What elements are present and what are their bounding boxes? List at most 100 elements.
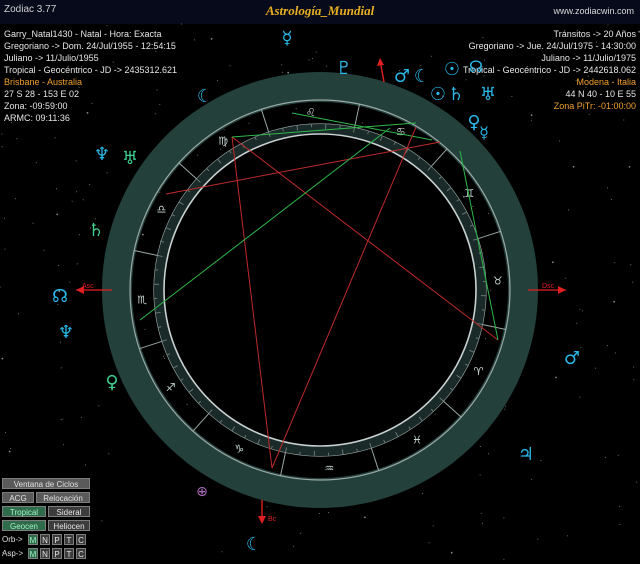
- star: [76, 263, 78, 265]
- ic-label: Bc: [268, 516, 277, 523]
- star: [78, 234, 80, 236]
- star: [89, 183, 91, 185]
- star: [75, 160, 77, 162]
- star: [619, 524, 621, 525]
- sign-divider: [354, 104, 360, 128]
- jupiter-glyph[interactable]: ♃: [518, 444, 534, 465]
- star: [98, 405, 100, 407]
- star: [633, 366, 635, 368]
- star: [156, 89, 158, 91]
- mercury-transit-glyph[interactable]: ☿: [479, 123, 489, 142]
- sign-glyph: ♒: [324, 462, 334, 475]
- star: [479, 446, 481, 447]
- orb-toggle-c[interactable]: C: [76, 534, 86, 545]
- tropical-button[interactable]: Tropical: [2, 506, 46, 517]
- star: [364, 516, 366, 519]
- star: [94, 218, 96, 220]
- star: [632, 281, 634, 283]
- orb-label: Orb->: [2, 535, 23, 544]
- neptune-glyph[interactable]: ♆: [94, 144, 110, 165]
- star: [82, 199, 84, 201]
- star: [163, 355, 164, 357]
- star: [35, 162, 37, 164]
- star: [4, 217, 5, 219]
- sign-divider: [430, 148, 448, 167]
- star: [308, 59, 310, 61]
- star: [312, 58, 313, 60]
- sign-divider: [482, 324, 506, 330]
- sign-glyph: ♋: [396, 125, 406, 138]
- sign-divider: [280, 452, 286, 476]
- fortune-glyph[interactable]: ⊕: [196, 484, 208, 500]
- star: [479, 474, 481, 476]
- orb-toggle-p[interactable]: P: [52, 534, 62, 545]
- sun-transit-glyph[interactable]: ☉: [430, 84, 446, 105]
- asp-toggle-p[interactable]: P: [52, 548, 62, 559]
- midheaven-axis: [377, 58, 385, 83]
- star: [490, 289, 492, 291]
- star: [8, 450, 11, 453]
- imum-coeli-axis: Bc: [258, 500, 277, 524]
- star: [163, 358, 165, 359]
- venus-natal-glyph[interactable]: ♀: [105, 372, 118, 393]
- star: [537, 538, 539, 540]
- moon-glyph[interactable]: ☾: [414, 66, 430, 87]
- heliocentric-button[interactable]: Heliocen: [48, 520, 90, 531]
- moon-transit-glyph[interactable]: ☾: [246, 534, 262, 555]
- saturn-natal-glyph[interactable]: ♄: [88, 220, 104, 241]
- star: [579, 308, 581, 310]
- sign-divider: [443, 400, 462, 418]
- star: [4, 248, 6, 250]
- star: [362, 122, 364, 124]
- sun-glyph[interactable]: ☉: [444, 59, 460, 80]
- node-natal-glyph[interactable]: ☊: [52, 286, 68, 307]
- moon-natal-glyph[interactable]: ☾: [197, 86, 213, 107]
- star: [623, 119, 625, 121]
- star: [540, 460, 542, 461]
- star: [567, 535, 569, 537]
- asp-toggle-t[interactable]: T: [64, 548, 74, 559]
- orb-toggle-n[interactable]: N: [40, 534, 50, 545]
- star: [531, 478, 533, 480]
- star: [58, 265, 60, 267]
- geocentric-button[interactable]: Geocen: [2, 520, 46, 531]
- star: [4, 431, 6, 433]
- acg-button[interactable]: ACG: [2, 492, 34, 503]
- star: [428, 542, 430, 544]
- star: [295, 108, 297, 109]
- asp-toggle-c[interactable]: C: [76, 548, 86, 559]
- star: [636, 481, 638, 483]
- star: [530, 114, 533, 116]
- star: [610, 199, 612, 200]
- mars-glyph[interactable]: ♂: [394, 66, 410, 87]
- star: [614, 262, 616, 264]
- relocation-button[interactable]: Relocación: [36, 492, 90, 503]
- star: [1, 146, 3, 148]
- star: [1, 357, 4, 360]
- orb-toggle-m[interactable]: M: [28, 534, 38, 545]
- orb-toggle-t[interactable]: T: [64, 534, 74, 545]
- star: [155, 51, 157, 52]
- star: [555, 376, 557, 379]
- sidereal-button[interactable]: Sideral: [48, 506, 90, 517]
- star: [69, 281, 71, 283]
- uranus-natal-glyph[interactable]: ♅: [122, 148, 138, 169]
- pluto-glyph[interactable]: ♇: [336, 58, 352, 79]
- chart-window: Zodiac 3.77 Astrología_Mundial www.zodia…: [0, 0, 640, 564]
- star: [505, 405, 507, 407]
- inner-circle: [163, 133, 477, 447]
- star: [482, 522, 483, 524]
- uranus-glyph[interactable]: ♅: [480, 84, 496, 105]
- sign-divider: [178, 162, 197, 180]
- mars-natal-glyph[interactable]: ♂: [564, 348, 580, 369]
- saturn-glyph[interactable]: ♄: [448, 84, 464, 105]
- asp-toggle-m[interactable]: M: [28, 548, 38, 559]
- asp-toggle-n[interactable]: N: [40, 548, 50, 559]
- star: [511, 96, 513, 97]
- neptune-natal-glyph[interactable]: ♆: [58, 322, 74, 343]
- star: [503, 517, 505, 519]
- sign-glyph: ♏: [137, 293, 147, 306]
- cycles-window-button[interactable]: Ventana de Ciclos: [2, 478, 90, 489]
- node-glyph[interactable]: ☊: [469, 57, 483, 76]
- mercury-glyph[interactable]: ☿: [281, 28, 292, 49]
